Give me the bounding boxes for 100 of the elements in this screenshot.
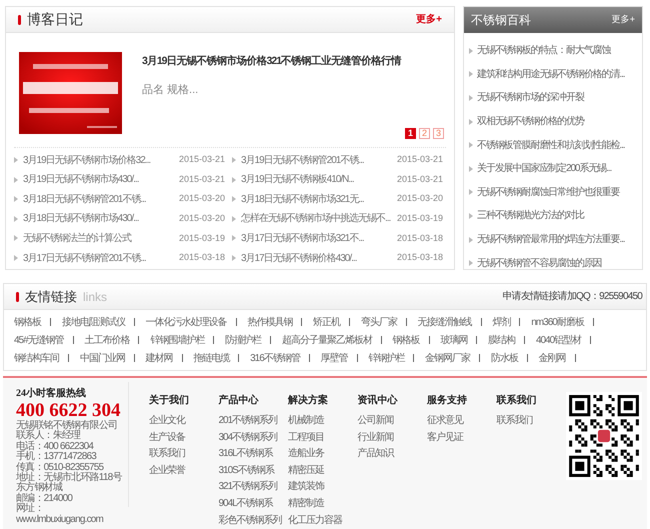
friend-link[interactable]: 防水板 — [486, 353, 522, 364]
post-link[interactable]: 3月18日无锡不锈钢市场321无... — [241, 192, 395, 207]
more-link[interactable]: 更多+ — [612, 13, 635, 27]
footer-link[interactable]: 精密制造 — [288, 496, 358, 513]
friend-link[interactable]: 厚壁管 — [316, 353, 352, 364]
footer-link[interactable]: 工程项目 — [288, 430, 358, 446]
contact-line: 邮编：214000 — [16, 494, 74, 504]
friend-link[interactable]: 锌钢护栏 — [364, 353, 408, 364]
footer-link[interactable]: 机械制造 — [288, 413, 358, 430]
friend-link[interactable]: 超高分子量聚乙烯板材 — [278, 335, 376, 346]
footer-link[interactable]: 公司新闻 — [358, 413, 427, 430]
footer-link[interactable]: 304不锈钢系列 — [218, 430, 288, 446]
friend-link[interactable]: 无接缝滑触线 — [414, 317, 476, 328]
footer-link[interactable]: 彩色不锈钢系列 — [218, 512, 288, 529]
post-link[interactable]: 3月18日无锡不锈钢市场430/... — [23, 211, 177, 226]
friend-link[interactable]: 拖链电缆 — [189, 353, 234, 364]
friend-link[interactable]: 钢格板 — [388, 335, 424, 346]
post-link[interactable]: 3月17日无锡不锈钢价格430/... — [241, 250, 395, 266]
footer-link[interactable]: 企业文化 — [149, 413, 218, 430]
footer-link[interactable]: 904L不锈钢系 — [218, 496, 288, 513]
post-link[interactable]: 3月17日无锡不锈钢管201不锈... — [23, 250, 177, 266]
post-link[interactable]: 无锡不锈钢法兰的计算公式 — [23, 230, 177, 246]
article-link[interactable]: 无锡不锈钢市场的深冲开裂 — [477, 90, 584, 106]
article-link[interactable]: 关于发展中国家应制定200系无锡... — [477, 161, 612, 176]
title-marker-icon — [18, 14, 21, 24]
friend-link[interactable]: 45#无缝钢管 — [10, 335, 68, 346]
article-link[interactable]: 建筑和结构用途无锡不锈钢价格的清... — [477, 66, 624, 82]
bullet-icon — [232, 255, 236, 262]
post-link[interactable]: 3月19日无锡不锈钢板410/N... — [241, 172, 395, 188]
contact-line: 网址： — [16, 504, 45, 514]
friend-link[interactable]: 防撞护栏 — [221, 335, 266, 346]
article-link[interactable]: 无锡不锈钢管最常用的焊连方法重要... — [477, 232, 624, 248]
friend-link[interactable]: 钢结构车间 — [10, 353, 63, 364]
post-date: 2015-03-20 — [397, 192, 444, 206]
article-link[interactable]: 无锡不锈钢管不容易腐蚀的原因 — [477, 256, 602, 271]
friend-link[interactable]: 中国门业网 — [76, 353, 129, 364]
bullet-icon — [232, 216, 236, 222]
bullet-icon — [469, 260, 473, 266]
footer-link[interactable]: 310S不锈钢系 — [218, 462, 288, 480]
post-date: 2015-03-21 — [397, 153, 444, 166]
friend-link[interactable]: 焊剂 — [488, 317, 514, 328]
footer-link[interactable]: 建筑装饰 — [288, 479, 358, 496]
friend-link[interactable]: 金刚网 — [534, 353, 570, 364]
article-link[interactable]: 无锡不锈钢板的特点：耐大气腐蚀 — [477, 43, 611, 58]
bullet-icon — [232, 196, 236, 202]
footer-link[interactable]: 321不锈钢系列 — [218, 479, 288, 496]
friend-link[interactable]: 316不锈钢管 — [246, 353, 304, 364]
friend-link[interactable]: 一体化污水处理设备 — [142, 317, 231, 328]
friend-link[interactable]: 钢格板 — [10, 317, 45, 328]
article-link[interactable]: 三种不锈钢抛光方法的对比 — [477, 208, 584, 224]
friend-link[interactable]: 矫正机 — [309, 317, 344, 328]
footer-link[interactable]: 产品知识 — [358, 446, 427, 463]
footer-link[interactable]: 316L不锈钢系 — [218, 446, 288, 463]
contact-line: 无锡联铭不锈钢有限公司 — [16, 421, 118, 431]
post-link[interactable]: 怎样在无锡不锈钢市场中挑选无锡不... — [241, 211, 395, 226]
article-title[interactable]: 3月19日无锡不锈钢市场价格321不锈钢工业无缝管价格行情 — [142, 54, 444, 70]
hotline-number: 400 6622 304 — [16, 401, 122, 421]
friend-link[interactable]: 膜结构 — [484, 335, 520, 346]
post-link[interactable]: 3月19日无锡不锈钢市场430/... — [23, 172, 177, 188]
more-link[interactable]: 更多+ — [416, 12, 442, 27]
bullet-icon — [469, 189, 473, 196]
friend-link[interactable]: 热作模具钢 — [243, 317, 296, 328]
footer-link[interactable]: 201不锈钢系列 — [218, 413, 288, 430]
post-link[interactable]: 3月18日无锡不锈钢管201不锈... — [23, 192, 177, 207]
page-button[interactable]: 1 — [405, 128, 416, 140]
footer-link[interactable]: 造船业务 — [288, 446, 358, 463]
article-link[interactable]: 不锈钢板管膜耐磨性和抗刻划性能检... — [477, 138, 624, 153]
friend-link[interactable]: 土工布价格 — [80, 335, 134, 346]
friend-link[interactable]: 金钢网厂家 — [421, 353, 474, 364]
post-date: 2015-03-19 — [397, 212, 444, 226]
friend-link[interactable]: nm360耐磨板 — [527, 317, 588, 328]
article-link[interactable]: 双相无锡不锈钢价格的优势 — [477, 114, 584, 130]
post-date: 2015-03-19 — [179, 232, 226, 245]
post-link[interactable]: 3月19日无锡不锈钢市场价格32... — [23, 152, 177, 168]
footer-link[interactable]: 精密压延 — [288, 462, 358, 480]
friend-link[interactable]: 玻璃网 — [436, 335, 472, 346]
bullet-icon — [232, 157, 236, 164]
friend-link[interactable]: 弯头厂家 — [356, 317, 401, 328]
footer-link[interactable]: 客户见证 — [427, 430, 496, 446]
bullet-icon — [469, 236, 473, 243]
footer-link[interactable]: 行业新闻 — [358, 430, 427, 446]
article-link[interactable]: 无锡不锈钢耐腐蚀日常维护也很重要 — [477, 184, 620, 200]
bullet-icon — [14, 216, 18, 222]
contact-line: 东方钢材城 — [16, 483, 64, 494]
footer-link[interactable]: 化工压力容器 — [288, 512, 358, 529]
bullet-icon — [469, 48, 473, 54]
footer-link[interactable]: 生产设备 — [149, 430, 218, 446]
footer-link[interactable]: 联系我们 — [149, 446, 218, 463]
footer-link[interactable]: 联系我们 — [496, 413, 566, 430]
friend-link[interactable]: 接地电阻测试仪 — [58, 317, 129, 328]
bullet-icon — [232, 176, 236, 183]
friend-link[interactable]: 建材网 — [142, 353, 177, 364]
friend-link[interactable]: 锌钢围墙护栏 — [146, 335, 208, 346]
footer-link[interactable]: 企业荣誉 — [149, 462, 218, 480]
post-date: 2015-03-20 — [179, 192, 226, 206]
post-link[interactable]: 3月17日无锡不锈钢市场321不... — [241, 230, 395, 246]
friend-link[interactable]: 4040铝型材 — [532, 335, 586, 346]
title-marker-icon — [16, 292, 19, 302]
footer-link[interactable]: 征求意见 — [427, 413, 496, 430]
post-link[interactable]: 3月19日无锡不锈钢管201不锈... — [241, 152, 395, 168]
